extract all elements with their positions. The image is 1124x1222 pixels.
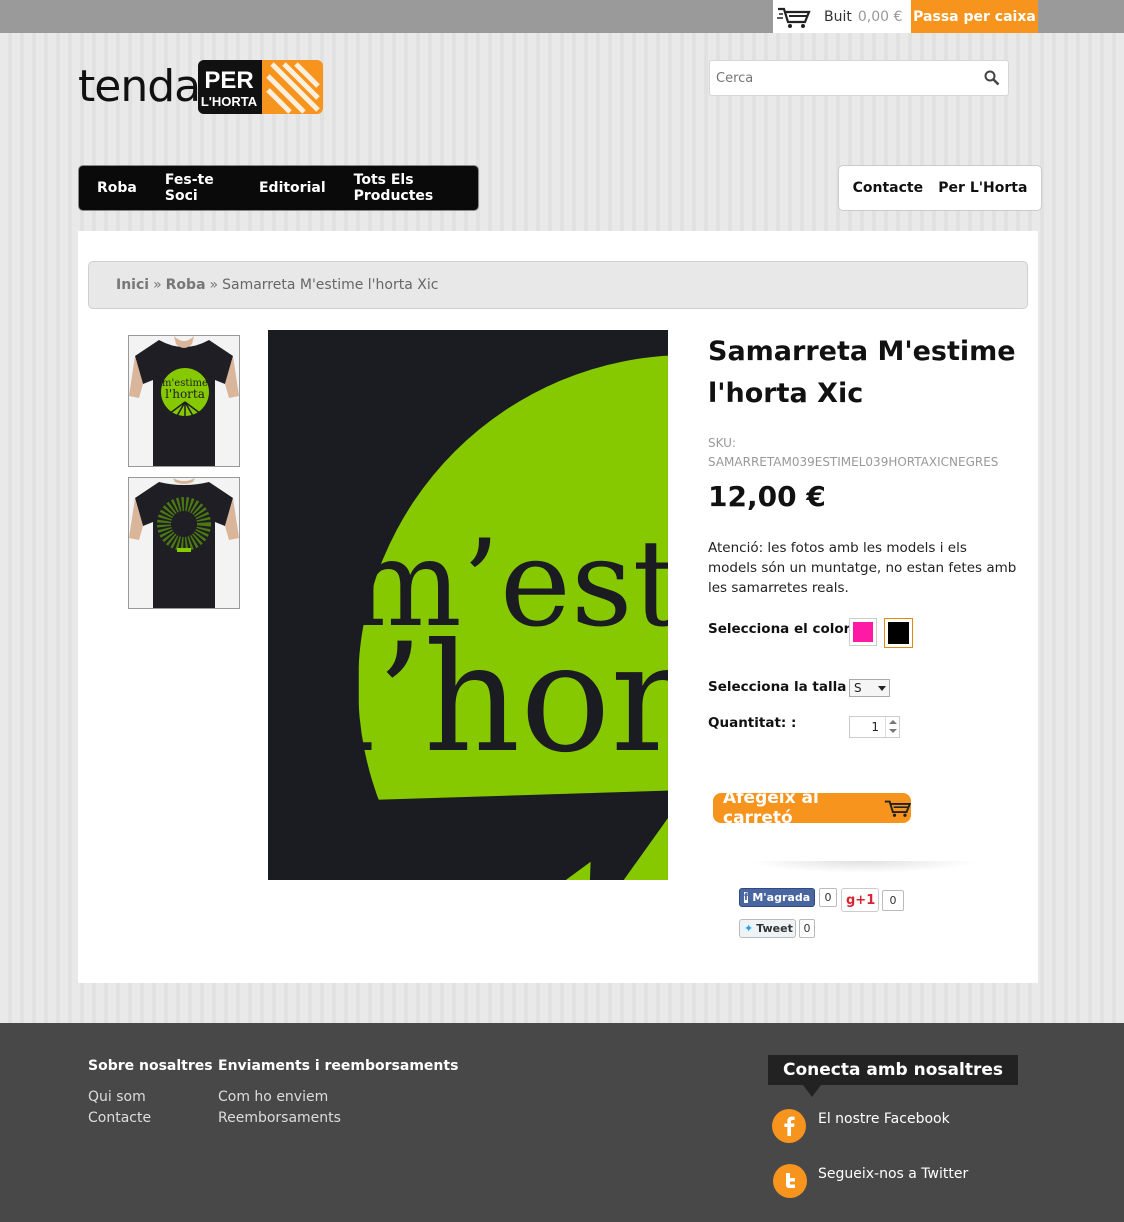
sku-value: SAMARRETAM039ESTIMEL039HORTAXICNEGRES	[708, 455, 999, 469]
thumb-text-line2: l'horta	[165, 387, 205, 401]
search-icon[interactable]	[984, 70, 1000, 86]
breadcrumb-separator: »	[153, 277, 162, 293]
product-note: Atenció: les fotos amb les models i els …	[708, 540, 1017, 596]
chevron-up-icon[interactable]	[889, 720, 897, 724]
product-thumbnail-front[interactable]: m'estime l'horta	[128, 335, 240, 467]
size-label: Selecciona la talla :	[708, 679, 857, 695]
nav-item-roba[interactable]: Roba	[83, 180, 151, 196]
google-plus-count: 0	[882, 890, 904, 911]
product-main-image[interactable]: m’estim l’hor	[268, 330, 668, 880]
nav-item-tots-els-productes[interactable]: Tots Els Productes	[340, 172, 478, 204]
breadcrumb-category[interactable]: Roba	[166, 277, 206, 293]
mini-cart[interactable]: Buit 0,00 €	[773, 0, 911, 33]
footer-link-com-ho-enviem[interactable]: Com ho enviem	[218, 1089, 328, 1105]
tshirt-back-image	[129, 478, 239, 608]
shopping-cart-icon	[777, 7, 811, 28]
sku-label: SKU:	[708, 436, 736, 450]
google-plus-button[interactable]: g+1	[841, 888, 879, 912]
search-input[interactable]	[710, 61, 970, 95]
tshirt-front-image: m'estime l'horta	[129, 336, 239, 466]
product-price: 12,00 €	[708, 480, 826, 513]
image-text-line2: l’hor	[328, 612, 668, 786]
color-label: Selecciona el color :	[708, 621, 861, 637]
main-nav: Roba Fes-te Soci Editorial Tots Els Prod…	[78, 165, 479, 211]
facebook-like-label: M'agrada	[752, 891, 811, 904]
color-swatch-fill	[888, 622, 909, 644]
footer-shipping-title: Enviaments i reemborsaments	[218, 1058, 459, 1074]
twitter-link[interactable]: Segueix-nos a Twitter	[818, 1166, 968, 1182]
size-select[interactable]: S	[849, 679, 890, 697]
product-title: Samarreta M'estime l'horta Xic	[708, 336, 1016, 409]
footer-link-contacte[interactable]: Contacte	[88, 1110, 151, 1126]
logo-word: tenda	[78, 61, 201, 112]
color-swatch-black[interactable]	[884, 618, 913, 648]
chevron-down-icon	[878, 686, 886, 691]
quantity-value: 1	[871, 720, 879, 734]
color-swatch-fill	[853, 622, 873, 642]
nav-item-fes-te-soci[interactable]: Fes-te Soci	[151, 172, 245, 204]
footer-link-reemborsaments[interactable]: Reemborsaments	[218, 1110, 341, 1126]
logo-badge: PER L'HORTA	[198, 60, 323, 114]
product-content: Inici » Roba » Samarreta M'estime l'hort…	[78, 231, 1038, 983]
add-to-cart-button[interactable]: Afegeix al carretó	[713, 788, 911, 828]
facebook-like-count: 0	[819, 888, 837, 907]
footer-about-title: Sobre nosaltres	[88, 1058, 213, 1074]
tweet-count: 0	[799, 919, 815, 938]
site-logo[interactable]: tenda PER L'HORTA	[78, 58, 323, 116]
twitter-glyph-icon	[786, 1173, 795, 1188]
divider	[748, 861, 978, 873]
facebook-link[interactable]: El nostre Facebook	[818, 1111, 950, 1127]
tshirt-closeup-image: m’estim l’hor	[268, 330, 668, 880]
size-value: S	[854, 681, 862, 695]
twitter-bird-icon: ✦	[744, 922, 754, 935]
quantity-label: Quantitat: :	[708, 715, 797, 731]
add-to-cart-label: Afegeix al carretó	[723, 788, 819, 828]
checkout-button[interactable]: Passa per caixa	[911, 0, 1038, 33]
tweet-label: Tweet	[756, 922, 793, 935]
nav-item-contacte[interactable]: Contacte	[853, 180, 924, 196]
quantity-spinner[interactable]	[885, 717, 899, 737]
product-thumbnail-back[interactable]	[128, 477, 240, 609]
nav-item-per-lhorta[interactable]: Per L'Horta	[938, 180, 1027, 196]
site-footer: Sobre nosaltres Qui som Contacte Enviame…	[0, 1023, 1124, 1222]
connect-heading: Conecta amb nosaltres	[768, 1055, 1018, 1097]
cart-status-label: Buit	[824, 8, 852, 25]
breadcrumb: Inici » Roba » Samarreta M'estime l'hort…	[88, 261, 1028, 309]
logo-badge-lhorta: L'HORTA	[201, 94, 258, 109]
facebook-glyph-icon	[784, 1116, 795, 1136]
footer-link-qui-som[interactable]: Qui som	[88, 1089, 146, 1105]
color-swatch-pink[interactable]	[849, 618, 877, 646]
cart-total: 0,00 €	[857, 8, 903, 25]
chevron-down-icon[interactable]	[889, 729, 897, 733]
secondary-nav: Contacte Per L'Horta	[838, 165, 1042, 211]
shopping-cart-icon	[884, 800, 911, 817]
logo-badge-per: PER	[204, 67, 253, 94]
search-box	[709, 60, 1009, 96]
facebook-like-button[interactable]: f M'agrada	[739, 888, 815, 907]
quantity-stepper[interactable]: 1	[849, 716, 900, 738]
breadcrumb-current: Samarreta M'estime l'horta Xic	[222, 277, 439, 293]
tweet-button[interactable]: ✦ Tweet	[739, 919, 796, 938]
breadcrumb-home[interactable]: Inici	[116, 277, 149, 293]
facebook-icon[interactable]	[772, 1109, 806, 1143]
nav-item-editorial[interactable]: Editorial	[245, 180, 340, 196]
breadcrumb-separator: »	[209, 277, 219, 293]
twitter-icon[interactable]	[773, 1164, 807, 1198]
facebook-icon: f	[744, 892, 749, 903]
